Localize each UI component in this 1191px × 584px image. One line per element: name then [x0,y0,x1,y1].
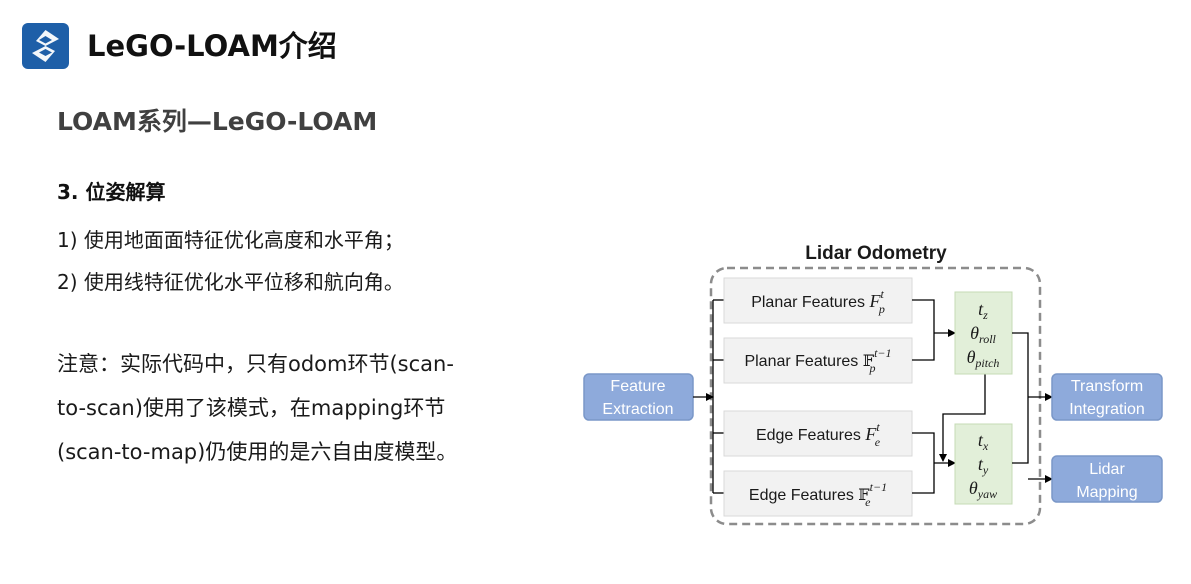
diagram-title: Lidar Odometry [805,243,947,264]
feature-extraction-label: Feature [610,378,665,395]
connector-line [912,432,935,494]
transform-integration-label: Transform [1071,378,1143,395]
transform-integration-label: Integration [1069,401,1145,418]
lidar-mapping-label: Lidar [1089,461,1125,478]
lidar-odometry-diagram: Lidar Odometry Feature Extraction Planar… [583,243,1163,526]
feature-extraction-label: Extraction [602,401,673,418]
connector-line [1012,332,1029,464]
lidar-mapping-label: Mapping [1076,484,1137,501]
connector-line [912,299,935,361]
